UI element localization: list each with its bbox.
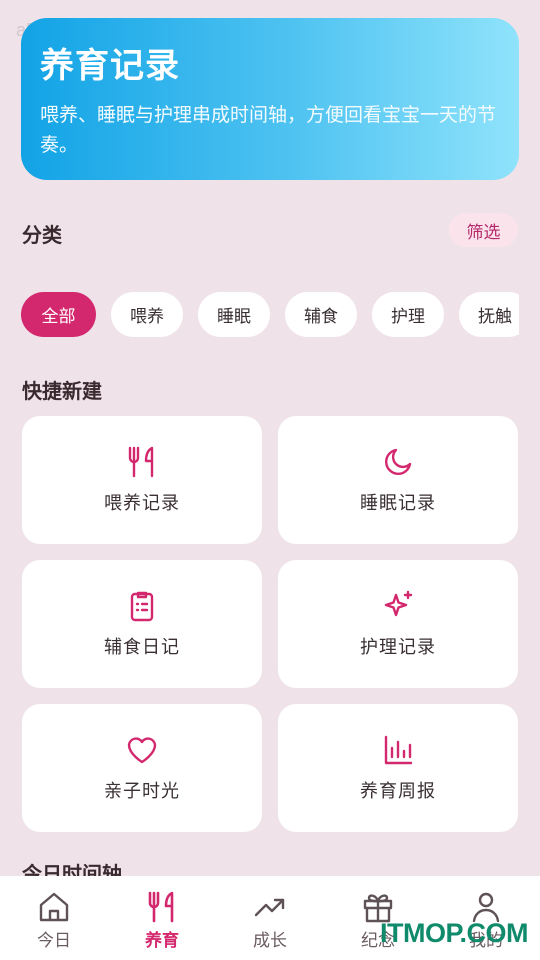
quick-create-grid: 喂养记录 睡眠记录 辅食日记 护理记录 亲子时光 养育周报 xyxy=(22,416,518,832)
chip-feeding[interactable]: 喂养 xyxy=(111,292,183,337)
quick-card-label: 亲子时光 xyxy=(104,781,180,802)
filter-button[interactable]: 筛选 xyxy=(449,213,518,247)
quick-card-solid-food[interactable]: 辅食日记 xyxy=(22,560,262,688)
quick-card-label: 护理记录 xyxy=(360,637,436,658)
sparkle-icon xyxy=(384,590,413,617)
bar-chart-icon xyxy=(384,735,413,765)
chip-all[interactable]: 全部 xyxy=(21,292,96,337)
quick-card-label: 养育周报 xyxy=(360,781,436,802)
moon-icon xyxy=(385,448,412,475)
quick-card-feeding[interactable]: 喂养记录 xyxy=(22,416,262,544)
home-icon xyxy=(39,892,69,922)
chip-touch[interactable]: 抚触 xyxy=(459,292,519,337)
chip-solid-food[interactable]: 辅食 xyxy=(285,292,357,337)
utensils-icon xyxy=(148,891,174,923)
quick-card-care[interactable]: 护理记录 xyxy=(278,560,518,688)
nav-item-parenting[interactable]: 养育 xyxy=(108,890,216,951)
quick-card-bonding[interactable]: 亲子时光 xyxy=(22,704,262,832)
quick-card-label: 喂养记录 xyxy=(104,493,180,514)
page-title: 养育记录 xyxy=(40,46,180,86)
clipboard-icon xyxy=(130,591,154,622)
nav-label: 成长 xyxy=(253,931,287,951)
utensils-icon xyxy=(128,446,154,478)
hero-banner: 养育记录 喂养、睡眠与护理串成时间轴，方便回看宝宝一天的节奏。 xyxy=(21,18,519,180)
quick-card-label: 辅食日记 xyxy=(104,637,180,658)
nav-item-growth[interactable]: 成长 xyxy=(216,890,324,951)
quick-card-sleep[interactable]: 睡眠记录 xyxy=(278,416,518,544)
trend-icon xyxy=(254,898,285,917)
chip-sleep[interactable]: 睡眠 xyxy=(198,292,270,337)
quick-card-weekly-report[interactable]: 养育周报 xyxy=(278,704,518,832)
category-title: 分类 xyxy=(22,223,62,247)
nav-item-today[interactable]: 今日 xyxy=(0,890,108,951)
quick-card-label: 睡眠记录 xyxy=(360,493,436,514)
hero-description: 喂养、睡眠与护理串成时间轴，方便回看宝宝一天的节奏。 xyxy=(40,104,497,156)
category-chips: 全部 喂养 睡眠 辅食 护理 抚触 xyxy=(21,292,519,338)
chip-care[interactable]: 护理 xyxy=(372,292,444,337)
quick-create-title: 快捷新建 xyxy=(22,379,102,403)
nav-label: 养育 xyxy=(145,931,179,951)
site-watermark: ITMOP.COM xyxy=(380,918,529,948)
heart-icon xyxy=(127,737,157,764)
nav-label: 今日 xyxy=(37,931,71,951)
